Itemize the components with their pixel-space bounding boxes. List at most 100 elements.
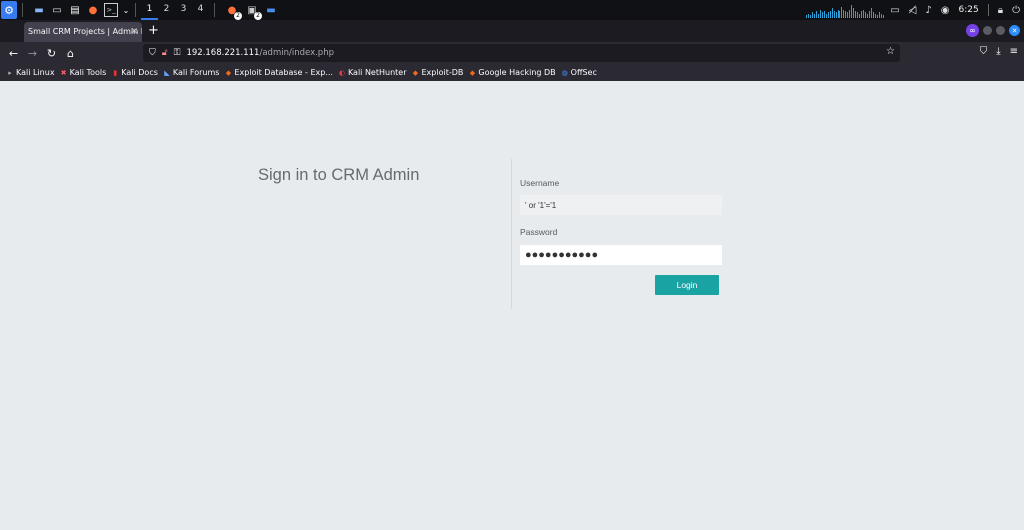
pocket-icon[interactable]: ⛉ xyxy=(980,46,988,57)
activity-bar xyxy=(872,12,874,18)
firefox-icon[interactable]: ● xyxy=(86,3,100,17)
terminal-icon[interactable]: >_ xyxy=(104,3,118,17)
key-icon[interactable]: ⚿ xyxy=(174,48,181,58)
activity-bar xyxy=(847,12,849,18)
activity-bar xyxy=(813,13,815,18)
tab-active[interactable]: Small CRM Projects | Admin L ✕ xyxy=(24,22,142,42)
desktop-icon[interactable]: ▬ xyxy=(32,3,46,17)
workspace-3[interactable]: 3 xyxy=(175,0,192,20)
activity-bar xyxy=(831,8,833,18)
bookmark-exploit-database[interactable]: ◆ Exploit Database - Exp... xyxy=(224,68,333,77)
system-tray: ▭ ◁̸ ♪ ◉ 6:25 🔒︎ ⏻ xyxy=(890,0,1020,20)
bookmark-kali-nethunter[interactable]: ◐ Kali NetHunter xyxy=(338,68,407,77)
workspace-2[interactable]: 2 xyxy=(158,0,175,20)
login-button[interactable]: Login xyxy=(655,275,719,295)
vertical-divider xyxy=(511,159,512,309)
window-count-badge: 2 xyxy=(234,12,242,20)
text-editor-icon[interactable]: ▤ xyxy=(68,3,82,17)
kali-forums-icon: ◣ xyxy=(164,68,170,77)
bookmark-exploit-db[interactable]: ◆ Exploit-DB xyxy=(412,68,464,77)
bookmark-label: OffSec xyxy=(570,68,597,77)
chevron-down-icon[interactable]: ⌄ xyxy=(122,3,130,17)
activity-bar xyxy=(861,11,863,18)
page-content: Sign in to CRM Admin Username Password L… xyxy=(0,81,1024,530)
activity-bar xyxy=(809,15,811,18)
bookmark-label: Exploit Database - Exp... xyxy=(234,68,333,77)
activity-bar xyxy=(815,11,817,18)
power-indicator-icon[interactable]: ◉ xyxy=(941,5,950,16)
mute-speaker-icon[interactable]: ◁̸ xyxy=(909,5,917,16)
bookmark-label: Google Hacking DB xyxy=(478,68,556,77)
back-arrow-icon[interactable]: ← xyxy=(4,47,23,60)
tab-bar: Small CRM Projects | Admin L ✕ + ∞ ✕ xyxy=(0,20,1024,42)
panel-separator xyxy=(135,3,136,17)
activity-bar xyxy=(839,11,841,18)
panel-separator xyxy=(214,3,215,17)
activity-bar xyxy=(865,12,867,18)
bookmark-label: Kali NetHunter xyxy=(347,68,407,77)
home-icon[interactable]: ⌂ xyxy=(61,47,80,60)
username-input[interactable] xyxy=(520,195,722,215)
power-icon[interactable]: ⏻ xyxy=(1012,5,1020,16)
offsec-icon: ◍ xyxy=(561,68,568,77)
bookmark-label: Kali Linux xyxy=(16,68,55,77)
screen-icon[interactable]: ▭ xyxy=(890,5,899,16)
activity-bar xyxy=(827,12,829,18)
cpu-activity-graph xyxy=(806,4,884,18)
activity-bar xyxy=(806,15,807,18)
kali-tools-icon: ✖ xyxy=(60,68,67,77)
activity-bar xyxy=(874,13,876,18)
new-tab-plus-icon[interactable]: + xyxy=(148,22,159,40)
display-window-icon[interactable]: ▬ xyxy=(264,3,278,17)
activity-bar xyxy=(811,12,813,18)
bookmark-star-icon[interactable]: ☆ xyxy=(886,46,895,57)
menu-hamburger-icon[interactable]: ≡ xyxy=(1010,46,1018,57)
activity-bar xyxy=(837,9,839,18)
page-title: Sign in to CRM Admin xyxy=(258,166,420,184)
close-icon[interactable]: ✕ xyxy=(130,22,138,42)
activity-bar xyxy=(817,13,819,18)
clock[interactable]: 6:25 xyxy=(959,5,979,15)
bookmark-kali-linux[interactable]: ▸ Kali Linux xyxy=(6,68,55,77)
forward-arrow-icon[interactable]: → xyxy=(23,47,42,60)
file-manager-icon[interactable]: ▭ xyxy=(50,3,64,17)
minimize-button[interactable] xyxy=(983,26,992,35)
bookmark-kali-forums[interactable]: ◣ Kali Forums xyxy=(163,68,220,77)
workspace-4[interactable]: 4 xyxy=(192,0,209,20)
activity-bar xyxy=(851,5,853,18)
activity-bar xyxy=(870,8,872,18)
bookmark-offsec[interactable]: ◍ OffSec xyxy=(561,68,597,77)
activity-bar xyxy=(843,9,845,18)
password-label: Password xyxy=(520,227,558,237)
activity-bar xyxy=(825,13,827,18)
bell-icon[interactable]: ♪ xyxy=(925,5,931,16)
reload-icon[interactable]: ↻ xyxy=(42,47,61,60)
burp-window-icon[interactable]: ● 2 xyxy=(224,3,242,20)
bookmarks-bar: ▸ Kali Linux ✖ Kali Tools ▮ Kali Docs ◣ Kali… xyxy=(0,64,1024,81)
close-window-button[interactable]: ✕ xyxy=(1009,25,1020,36)
terminal-window-icon[interactable]: ▣ 2 xyxy=(244,3,262,20)
activity-bar xyxy=(833,11,835,18)
activity-bar xyxy=(823,11,825,18)
insecure-lock-icon[interactable]: 🔓︎ xyxy=(162,48,168,58)
bookmark-label: Kali Forums xyxy=(172,68,220,77)
password-input[interactable] xyxy=(520,245,722,265)
activity-bar xyxy=(845,11,847,18)
tab-title: Small CRM Projects | Admin L xyxy=(28,27,142,36)
workspace-1[interactable]: 1 xyxy=(141,0,158,20)
lock-icon[interactable]: 🔒︎ xyxy=(998,5,1003,16)
url-text[interactable]: 192.168.221.111/admin/index.php xyxy=(186,48,334,58)
shield-icon[interactable]: ⛉ xyxy=(149,48,156,58)
bookmark-kali-docs[interactable]: ▮ Kali Docs xyxy=(111,68,158,77)
activity-bar xyxy=(857,12,859,18)
kali-docs-icon: ▮ xyxy=(113,68,118,77)
maximize-button[interactable] xyxy=(996,26,1005,35)
kali-menu-icon[interactable]: ⚙ xyxy=(1,1,17,19)
activity-bar xyxy=(869,11,870,18)
bookmark-google-hacking-db[interactable]: ◆ Google Hacking DB xyxy=(468,68,556,77)
exploit-db-icon: ◆ xyxy=(469,68,476,77)
url-bar[interactable]: ⛉ 🔓︎ ⚿ 192.168.221.111/admin/index.php ☆ xyxy=(143,44,900,62)
activity-bar xyxy=(841,6,843,18)
download-icon[interactable]: ⤓ xyxy=(996,46,1000,57)
bookmark-kali-tools[interactable]: ✖ Kali Tools xyxy=(60,68,107,77)
